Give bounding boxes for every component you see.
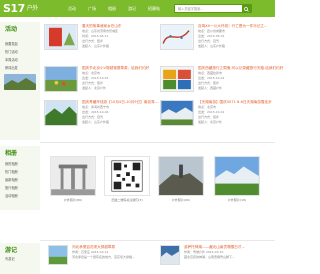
activity-card[interactable]: 国庆青藏环线游【10月4日-10月9日】南泥湾-... 地点：青海省西宁市 出发…: [44, 100, 159, 128]
activity-card[interactable]: 自驾XX一川大环线！行亡是为一件乐记之... 地点：四川省成都市 出发：2015…: [160, 24, 273, 52]
activity-organizer: 发起人：山东户外路: [198, 44, 226, 48]
album-caption[interactable]: 户外照片(18): [214, 198, 260, 203]
album-photo[interactable]: [214, 156, 260, 196]
section-divider: [40, 142, 275, 143]
activity-link-create[interactable]: 我要发起: [5, 42, 18, 46]
activity-title[interactable]: 国庆西藏旅行之周鬼-可以记录藏旅行天路-给我们约好: [198, 66, 283, 71]
activity-organizer: 发起人：北京户外: [82, 86, 107, 90]
nav-item-recruit[interactable]: 招募帖: [148, 5, 160, 13]
travelogue-title[interactable]: 河北承德百花坝大穿越草原: [72, 245, 115, 250]
activity-title[interactable]: 国庆节北京小V穿越毫德草原，给我们约好: [82, 66, 149, 71]
top-navigation-bar: S17 户外 活动 广场 相册 游记 招募帖 输入关键字搜索...: [0, 0, 275, 17]
activity-organizer: 发起人：北京户外: [198, 120, 223, 124]
activity-thumbnail[interactable]: [160, 100, 194, 126]
album-link-mine[interactable]: 我的相册: [5, 162, 18, 166]
activity-link-upcoming[interactable]: 即将出发: [5, 66, 18, 70]
album-link-hot[interactable]: 热门相册: [5, 170, 18, 174]
activity-title[interactable]: 春天的故事我家乡在山东: [82, 24, 122, 29]
activity-thumbnail[interactable]: [44, 66, 78, 92]
activity-link-week[interactable]: 本周活动: [5, 58, 18, 62]
travelogue-sidebar: 游记 写游记: [0, 243, 40, 274]
travelogue-thumbnail[interactable]: [48, 245, 68, 265]
album-link-activity[interactable]: 活动相册: [5, 194, 18, 198]
activity-thumbnail[interactable]: [160, 66, 194, 92]
album-caption[interactable]: 扫描二维码关注我们(3): [104, 198, 150, 203]
search-box[interactable]: 输入关键字搜索...: [174, 4, 252, 13]
activity-organizer: 发起人：山东户外路: [82, 120, 110, 124]
activity-thumbnail[interactable]: [160, 24, 194, 50]
activity-title[interactable]: 自驾XX一川大环线！行亡是为一件乐记之...: [198, 24, 267, 29]
nav-item-square[interactable]: 广场: [88, 5, 96, 13]
travelogue-thumbnail[interactable]: [160, 245, 180, 265]
travelogue-link-write[interactable]: 写游记: [5, 257, 15, 261]
activity-title[interactable]: 国庆青藏环线游【10月4日-10月9日】南泥湾-...: [82, 100, 159, 105]
album-photo[interactable]: [50, 156, 96, 196]
album-link-travel[interactable]: 旅行相册: [5, 186, 18, 190]
album-section: 相册 我的相册 热门相册 最新相册 旅行相册 活动相册 户外照片(80) 扫描二…: [0, 146, 275, 210]
activity-card[interactable]: 国庆节北京小V穿越毫德草原，给我们约好 地点：北京市 出发：2015-10-01…: [44, 66, 159, 94]
album-photo[interactable]: [158, 156, 204, 196]
nav-item-album[interactable]: 相册: [108, 5, 116, 13]
activity-thumbnail[interactable]: [44, 24, 78, 50]
nav-item-activity[interactable]: 活动: [68, 5, 76, 13]
activity-organizer: 发起人：西藏户外: [198, 86, 223, 90]
activity-section-title: 活动: [5, 26, 18, 33]
activity-promo-image[interactable]: [4, 74, 36, 90]
search-button[interactable]: [242, 5, 251, 13]
travelogue-card[interactable]: 河北承德百花坝大穿越草原 作者：石家庄 2015-03-12 河北承德是一个很有…: [48, 245, 158, 271]
travelogue-section: 游记 写游记 河北承德百花坝大穿越草原 作者：石家庄 2015-03-12 河北…: [0, 243, 275, 274]
travelogue-desc: 河北承德是一个很有名的地方，百花坝大穿越...: [72, 255, 135, 259]
activity-card[interactable]: 国庆西藏旅行之周鬼-可以记录藏旅行天路-给我们约好 地点：西藏拉萨市 出发：20…: [160, 66, 283, 94]
site-logo[interactable]: S17 户外: [3, 2, 38, 15]
nav-item-travelogue[interactable]: 游记: [128, 5, 136, 13]
search-icon: [244, 6, 249, 12]
travelogue-desc: 藏北高原的神湖，山南贡嘎雪山脚下...: [184, 255, 235, 259]
travelogue-section-title: 游记: [5, 247, 18, 254]
qr-code-image: [104, 156, 150, 196]
activity-thumbnail[interactable]: [44, 100, 78, 126]
album-caption[interactable]: 户外照片(60): [158, 198, 204, 203]
album-sidebar: 相册 我的相册 热门相册 最新相册 旅行相册 活动相册: [0, 146, 40, 210]
album-caption[interactable]: 户外照片(80): [50, 198, 96, 203]
activity-card[interactable]: 春天的故事我家乡在山东 地点：山东省济南市历城区 时间：2015-04-11 出…: [44, 24, 159, 52]
activity-sidebar: 活动 我要发起 热门活动 本周活动 即将出发: [0, 22, 40, 140]
section-divider: [40, 240, 275, 241]
album-link-latest[interactable]: 最新相册: [5, 178, 18, 182]
logo-subtitle: 户外: [26, 5, 39, 12]
search-input[interactable]: 输入关键字搜索...: [178, 5, 203, 14]
travelogue-card[interactable]: 游萨托神湖——藏北山南贡嘎雪日才... 作者：雪域户外 2015-03-10 藏…: [160, 245, 273, 271]
activity-title[interactable]: 【天湖南游】国庆0071 8-6日天湖南游雪走步: [198, 100, 272, 105]
travelogue-title[interactable]: 游萨托神湖——藏北山南贡嘎雪日才...: [184, 245, 245, 250]
activity-card[interactable]: 【天湖南游】国庆0071 8-6日天湖南游雪走步 地点：北京市 出发：2015-…: [160, 100, 273, 128]
activity-link-hot[interactable]: 热门活动: [5, 50, 18, 54]
activity-organizer: 发起人：山东户外路: [82, 44, 110, 48]
album-section-title: 相册: [5, 150, 18, 157]
logo-text: S17: [3, 2, 25, 15]
activity-section: 活动 我要发起 热门活动 本周活动 即将出发 春天的故事我家乡在山东 地点：山东…: [0, 22, 283, 140]
